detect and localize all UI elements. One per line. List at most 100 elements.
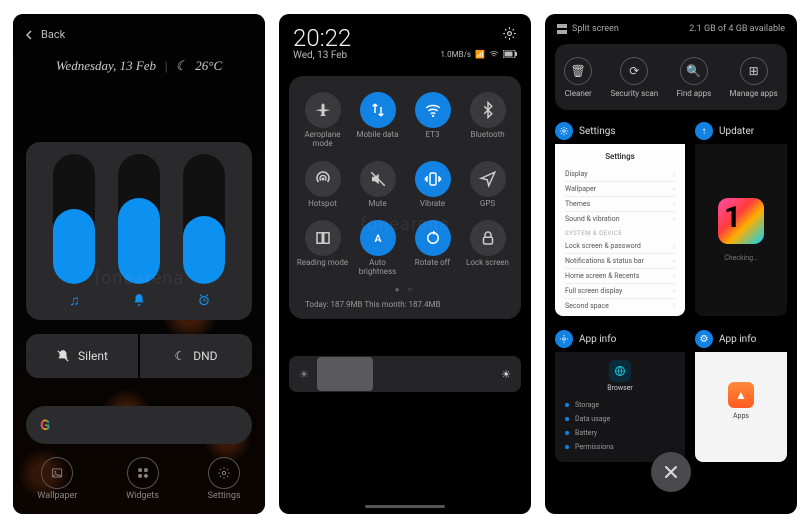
brightness-low-icon: ☀ (299, 368, 309, 381)
qs-toggle-data[interactable]: Mobile data (350, 86, 405, 155)
brightness-high-icon: ☀ (501, 368, 511, 381)
hotspot-icon (305, 161, 341, 197)
svg-text:A: A (374, 232, 381, 245)
reading-icon (305, 220, 341, 256)
screenshot-3-recents: Split screen 2.1 GB of 4 GB available 🗑 … (545, 14, 797, 514)
recent-card-settings[interactable]: Settings Settings Display›Wallpaper›Them… (555, 122, 685, 316)
net-speed: 1.0MB/s (441, 50, 472, 59)
settings-row: Notifications & status bar› (565, 254, 675, 269)
settings-row: Sound & vibration› (565, 212, 675, 226)
grid-icon: ⊞ (740, 57, 768, 85)
quick-settings-panel: Aeroplane mode Mobile data ET3 Bluetooth… (289, 76, 521, 319)
bt-icon (470, 92, 506, 128)
bell-off-icon (56, 349, 70, 363)
split-screen-icon (557, 24, 567, 34)
rotate-icon (415, 220, 451, 256)
screenshot-2-quick-settings: 20:22 Wed, 13 Feb 1.0MB/s 📶 Aeroplane mo… (279, 14, 531, 514)
qs-toggle-rotate[interactable]: Rotate off (405, 214, 460, 283)
settings-row: Second space› (565, 299, 675, 313)
qs-toggle-lock[interactable]: Lock screen (460, 214, 515, 283)
signal-icon: 📶 (475, 50, 485, 59)
trash-icon: 🗑 (564, 57, 592, 85)
gear-icon (555, 122, 573, 140)
qs-toggle-mute[interactable]: Mute (350, 155, 405, 215)
recent-card-updater[interactable]: ↑ Updater Checking… (695, 122, 787, 316)
appinfo-row: Battery (563, 426, 677, 440)
settings-row: Themes› (565, 197, 675, 212)
image-icon (41, 457, 73, 489)
dock-settings[interactable]: Settings (208, 457, 241, 501)
lock-icon (470, 220, 506, 256)
qs-toggle-wifi[interactable]: ET3 (405, 86, 460, 155)
search-icon: 🔍 (680, 57, 708, 85)
qs-toggle-autobright[interactable]: A Auto brightness (350, 214, 405, 283)
ring-volume-slider[interactable] (118, 154, 160, 312)
drag-handle[interactable] (365, 505, 445, 508)
settings-row: Full screen display› (565, 284, 675, 299)
status-date: Wed, 13 Feb (293, 50, 351, 61)
recent-card-app-info-2[interactable]: ⚙ App info ▲ Apps (695, 330, 787, 462)
status-time: 20:22 (293, 26, 351, 50)
dnd-label: DND (193, 349, 217, 363)
qs-toggle-airplane[interactable]: Aeroplane mode (295, 86, 350, 155)
browser-app-icon (609, 360, 631, 382)
back-nav[interactable]: Back (13, 24, 265, 45)
appinfo-row: Storage (563, 398, 677, 412)
action-search[interactable]: 🔍 Find apps (676, 57, 711, 98)
chevron-left-icon (25, 30, 35, 40)
moon-icon: ☾ (174, 349, 185, 363)
qs-toggle-bt[interactable]: Bluetooth (460, 86, 515, 155)
miui10-logo (718, 198, 764, 244)
silent-mode-button[interactable]: Silent (26, 334, 138, 378)
back-label: Back (41, 28, 65, 41)
qs-toggle-vibrate[interactable]: Vibrate (405, 155, 460, 215)
upload-icon: ↑ (695, 122, 713, 140)
wifi-icon (489, 49, 499, 59)
autobright-icon: A (360, 220, 396, 256)
storage-text: 2.1 GB of 4 GB available (689, 24, 785, 34)
action-grid[interactable]: ⊞ Manage apps (730, 57, 778, 98)
airplane-icon (305, 92, 341, 128)
alarm-volume-slider[interactable] (183, 154, 225, 312)
vibrate-icon (415, 161, 451, 197)
action-trash[interactable]: 🗑 Cleaner (564, 57, 592, 98)
dnd-mode-button[interactable]: ☾ DND (140, 334, 252, 378)
volume-panel: ♫ (26, 142, 252, 320)
gps-icon (470, 161, 506, 197)
date-text: Wednesday, 13 Feb (56, 58, 156, 74)
temp-text: 26°C (195, 58, 222, 74)
media-volume-slider[interactable]: ♫ (53, 154, 95, 312)
gear-icon (208, 457, 240, 489)
apps-store-icon: ▲ (728, 382, 754, 408)
action-scan[interactable]: ⟳ Security scan (610, 57, 658, 98)
qs-toggle-hotspot[interactable]: Hotspot (295, 155, 350, 215)
appinfo-row: Data usage (563, 412, 677, 426)
brightness-slider[interactable]: ☀ ☀ (289, 356, 521, 392)
screenshot-1-home-volume: Back Wednesday, 13 Feb | ☾ 26°C ♫ fonear… (13, 14, 265, 514)
close-icon (663, 464, 679, 480)
widgets-icon (127, 457, 159, 489)
gear-icon: ⚙ (695, 330, 713, 348)
dock-widgets[interactable]: Widgets (126, 457, 159, 501)
bell-icon (118, 288, 160, 312)
qs-toggle-gps[interactable]: GPS (460, 155, 515, 215)
dock-wallpaper[interactable]: Wallpaper (37, 457, 77, 501)
google-logo-icon: G (40, 416, 50, 434)
status-icons: 1.0MB/s 📶 (441, 49, 517, 59)
recent-card-app-info[interactable]: App info Browser StorageData usageBatter… (555, 330, 685, 462)
google-search-bar[interactable]: G (26, 406, 252, 444)
data-icon (360, 92, 396, 128)
appinfo-row: Permissions (563, 440, 677, 454)
mute-icon (360, 161, 396, 197)
page-indicator: ● ○ (295, 283, 515, 294)
split-screen-button[interactable]: Split screen (557, 24, 619, 34)
qs-toggle-reading[interactable]: Reading mode (295, 214, 350, 283)
wifi-icon (415, 92, 451, 128)
settings-row: Home screen & Recents› (565, 269, 675, 284)
clear-all-button[interactable] (651, 452, 691, 492)
settings-gear-icon[interactable] (502, 26, 517, 41)
recents-actions-bar: 🗑 Cleaner ⟳ Security scan 🔍 Find apps ⊞ … (555, 44, 787, 110)
date-weather: Wednesday, 13 Feb | ☾ 26°C (13, 58, 265, 74)
scan-icon: ⟳ (620, 57, 648, 85)
silent-label: Silent (78, 349, 108, 363)
